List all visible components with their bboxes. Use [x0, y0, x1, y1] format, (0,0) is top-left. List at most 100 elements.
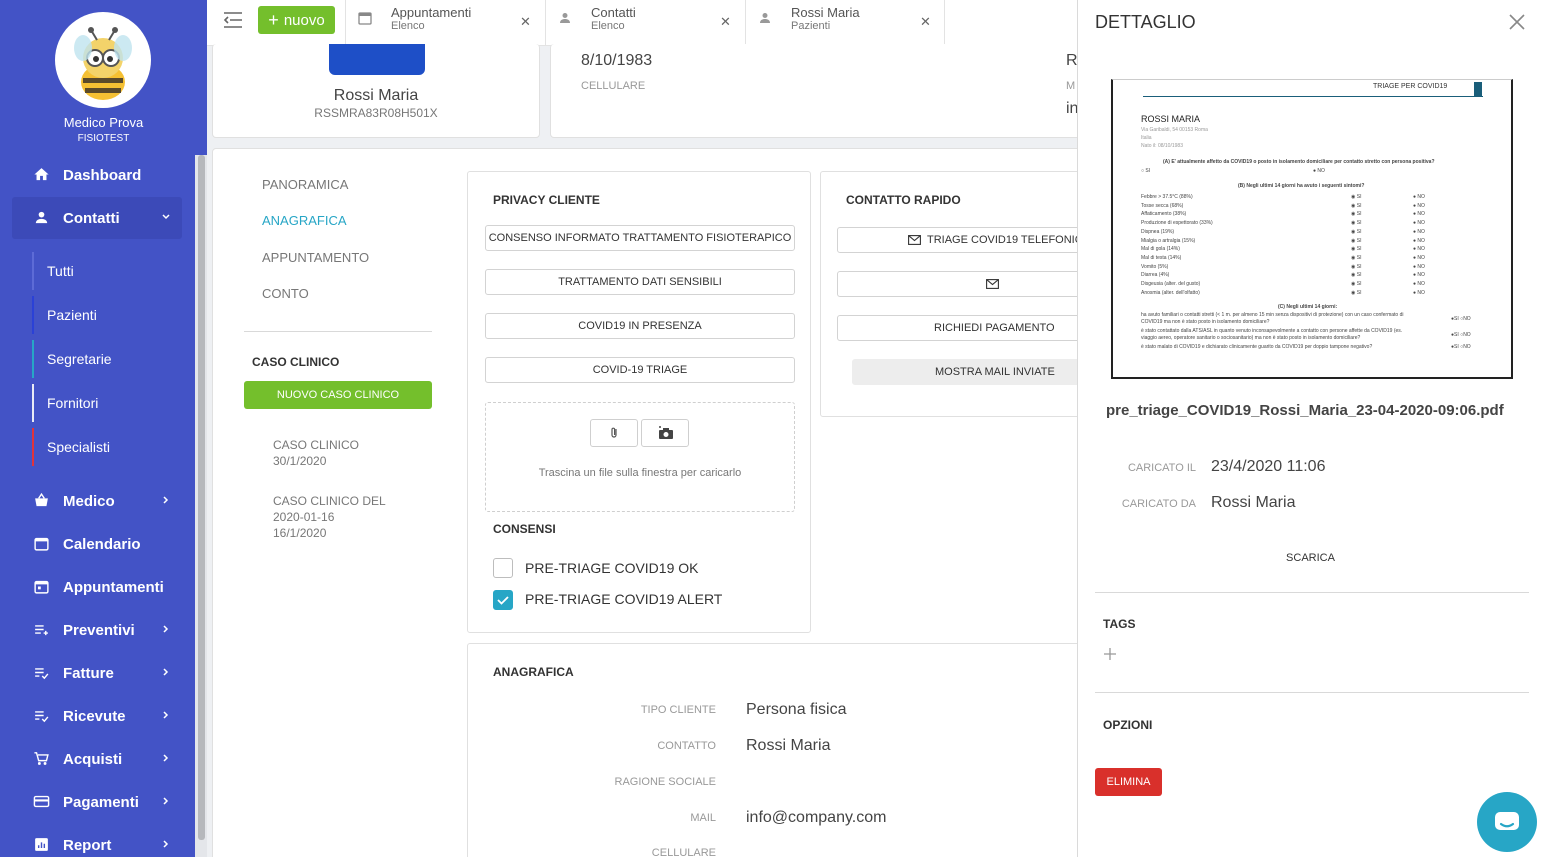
new-clinical-case-button[interactable]: NUOVO CASO CLINICO — [244, 381, 432, 409]
nav-pagamenti[interactable]: Pagamenti — [0, 785, 195, 819]
pdf-text: COVID19 ma non è stato posto in isolamen… — [1141, 319, 1270, 325]
nav-label: Preventivi — [63, 621, 135, 639]
pdf-text: Via Garibaldi, 54 00153 Roma — [1141, 127, 1208, 133]
checkbox-label: PRE-TRIAGE COVID19 OK — [525, 560, 699, 576]
field-value: Rossi Maria — [746, 737, 831, 754]
field-value: Persona fisica — [746, 701, 847, 718]
plus-icon[interactable] — [1103, 647, 1117, 661]
subnav-tutti[interactable]: Tutti — [32, 252, 182, 290]
pdf-option: ● NO — [1413, 211, 1425, 218]
caricato-da-value: Rossi Maria — [1211, 494, 1296, 511]
send-mail-button[interactable] — [837, 271, 1097, 297]
tab-title: Appuntamenti — [391, 5, 472, 20]
triage-telefonico-button[interactable]: TRIAGE COVID19 TELEFONICO — [837, 227, 1097, 253]
person-icon — [35, 211, 48, 224]
pdf-patient-name: ROSSI MARIA — [1141, 114, 1201, 124]
nav-label: Contatti — [63, 209, 120, 227]
subnav-segretarie[interactable]: Segretarie — [32, 340, 182, 378]
covid-presenza-button[interactable]: COVID19 IN PRESENZA — [485, 313, 795, 339]
pdf-option: ◉ SI — [1351, 289, 1362, 296]
pdf-symptom: Mal di testa (14%) — [1141, 254, 1182, 261]
chat-button[interactable] — [1477, 792, 1537, 852]
delete-button[interactable]: ELIMINA — [1095, 768, 1162, 796]
close-tab-icon[interactable]: ✕ — [720, 14, 731, 30]
nav-report[interactable]: Report — [0, 828, 195, 857]
leftnav-appuntamento[interactable]: APPUNTAMENTO — [262, 250, 369, 265]
close-tab-icon[interactable]: ✕ — [520, 14, 531, 30]
pdf-option: ◉ SI — [1351, 263, 1362, 270]
trattamento-dati-button[interactable]: TRATTAMENTO DATI SENSIBILI — [485, 269, 795, 295]
mail-icon — [986, 279, 999, 289]
chevron-right-icon — [163, 496, 169, 504]
mostra-mail-button[interactable]: MOSTRA MAIL INVIATE — [852, 359, 1102, 385]
tab-contatti[interactable]: Contatti Elenco ✕ — [545, 0, 745, 46]
scrollbar-thumb[interactable] — [198, 155, 205, 840]
cut-text: R — [1066, 52, 1078, 69]
pretriage-alert-checkbox[interactable] — [493, 590, 513, 610]
nav-acquisti[interactable]: Acquisti — [0, 742, 195, 776]
pdf-symptom: Produzione di espettorato (33%) — [1141, 220, 1213, 227]
pdf-option: ● NO — [1413, 281, 1425, 287]
field-label: MAIL — [690, 812, 716, 824]
covid-triage-button[interactable]: COVID-19 TRIAGE — [485, 357, 795, 383]
main-card: PANORAMICA ANAGRAFICA APPUNTAMENTO CONTO… — [212, 148, 1102, 857]
subnav-fornitori[interactable]: Fornitori — [32, 384, 182, 422]
pdf-text: SI — [1454, 332, 1459, 338]
report-icon — [35, 838, 48, 851]
user-org: FISIOTEST — [77, 133, 130, 144]
pdf-symptom: Febbre > 37.5°C (88%) — [1141, 194, 1193, 200]
anagrafica-title: ANAGRAFICA — [493, 665, 574, 679]
chevron-down-icon — [162, 214, 170, 220]
camera-button[interactable] — [641, 419, 689, 447]
nav-contatti[interactable]: Contatti — [12, 197, 182, 239]
nav-dashboard[interactable]: Dashboard — [0, 158, 195, 192]
list-add-icon — [35, 625, 48, 636]
leftnav-anagrafica[interactable]: ANAGRAFICA — [262, 213, 347, 228]
new-button[interactable]: + nuovo — [258, 6, 335, 34]
clinical-case-item[interactable]: CASO CLINICO 30/1/2020 — [273, 437, 423, 469]
nav-appuntamenti[interactable]: Appuntamenti — [0, 570, 195, 604]
pdf-symptom: Anosmia (alter. dell'olfatto) — [1141, 289, 1200, 296]
tab-title: Contatti — [591, 5, 636, 20]
pretriage-ok-checkbox[interactable] — [493, 558, 513, 578]
pdf-option: ● NO — [1413, 194, 1425, 200]
caso-clinico-title: CASO CLINICO — [252, 355, 340, 369]
nav-fatture[interactable]: Fatture — [0, 656, 195, 690]
file-dropzone[interactable]: Trascina un file sulla finestra per cari… — [485, 402, 795, 512]
file-name: pre_triage_COVID19_Rossi_Maria_23-04-202… — [1106, 402, 1504, 419]
pdf-text: è stato malato di COVID19 e dichiarato c… — [1141, 344, 1373, 350]
nav-medico[interactable]: Medico — [0, 484, 195, 518]
tab-appuntamenti[interactable]: Appuntamenti Elenco ✕ — [345, 0, 545, 46]
consenso-informato-button[interactable]: CONSENSO INFORMATO TRATTAMENTO FISIOTERA… — [485, 225, 795, 251]
subnav-pazienti[interactable]: Pazienti — [32, 296, 182, 334]
clinical-case-item[interactable]: CASO CLINICO DEL 2020-01-16 16/1/2020 — [273, 493, 423, 541]
leftnav-conto[interactable]: CONTO — [262, 286, 309, 301]
close-tab-icon[interactable]: ✕ — [920, 14, 931, 30]
pdf-option: ◉ SI — [1351, 281, 1362, 287]
pdf-symptom: Diarrea (4%) — [1141, 272, 1170, 279]
nav-ricevute[interactable]: Ricevute — [0, 699, 195, 733]
profile-photo[interactable] — [329, 44, 425, 75]
leftnav-panoramica[interactable]: PANORAMICA — [262, 177, 348, 192]
bee-mascot-icon — [74, 27, 132, 100]
chevron-right-icon — [163, 754, 169, 762]
pdf-option: ● NO — [1413, 237, 1425, 244]
tab-rossi-maria[interactable]: Rossi Maria Pazienti ✕ — [745, 0, 945, 46]
paperclip-icon — [611, 427, 617, 438]
caricato-il-value: 23/4/2020 11:06 — [1211, 458, 1326, 475]
calendar-icon — [358, 12, 372, 25]
richiedi-pagamento-button[interactable]: RICHIEDI PAGAMENTO — [837, 315, 1097, 341]
close-icon[interactable] — [1508, 13, 1526, 31]
nav-calendario[interactable]: Calendario — [0, 527, 195, 561]
tab-subtitle: Elenco — [391, 20, 425, 32]
tab-title: Rossi Maria — [791, 5, 860, 20]
nav-preventivi[interactable]: Preventivi — [0, 613, 195, 647]
download-link[interactable]: SCARICA — [1078, 552, 1542, 564]
attach-file-button[interactable] — [590, 419, 638, 447]
pdf-preview[interactable]: TRIAGE PER COVID19 ROSSI MARIA Via Garib… — [1111, 79, 1513, 379]
menu-collapse-icon[interactable] — [223, 11, 243, 29]
new-button-label: nuovo — [283, 11, 325, 29]
avatar[interactable] — [55, 12, 151, 108]
subnav-specialisti[interactable]: Specialisti — [32, 428, 182, 466]
sidebar-edge — [195, 0, 207, 155]
